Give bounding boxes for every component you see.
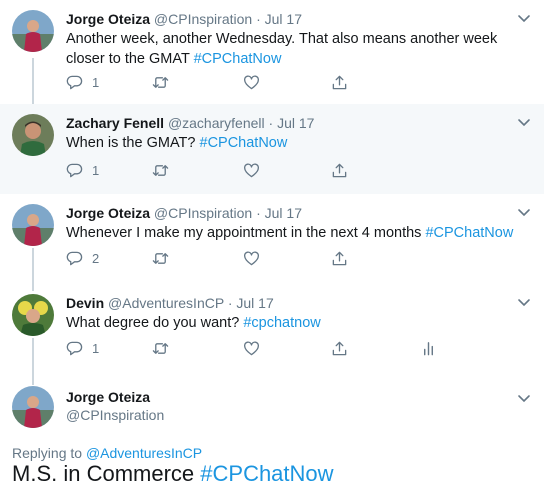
analytics-icon bbox=[420, 340, 437, 357]
hashtag-link[interactable]: #cpchatnow bbox=[243, 315, 320, 331]
hashtag-link[interactable]: #CPChatNow bbox=[425, 225, 513, 241]
display-name[interactable]: Jorge Oteiza bbox=[66, 389, 150, 405]
tweet-body: What degree do you want? bbox=[66, 315, 244, 331]
tweet[interactable]: Zachary Fenell @zacharyfenell · Jul 17 W… bbox=[0, 104, 544, 194]
tweet-date[interactable]: Jul 17 bbox=[265, 205, 302, 221]
retweet-icon bbox=[152, 162, 169, 179]
tweet-text: M.S. in Commerce #CPChatNow bbox=[12, 461, 334, 487]
tweet-date[interactable]: Jul 17 bbox=[236, 295, 273, 311]
share-button[interactable] bbox=[331, 248, 348, 268]
like-button[interactable] bbox=[243, 248, 260, 268]
tweet-header: Jorge Oteiza @CPInspiration · Jul 17 bbox=[66, 204, 302, 222]
reply-icon bbox=[66, 74, 83, 91]
tweet-body: Whenever I make my appointment in the ne… bbox=[66, 225, 426, 241]
display-name[interactable]: Jorge Oteiza bbox=[66, 205, 150, 221]
reply-count: 1 bbox=[92, 340, 100, 356]
tweet-actions: 1 bbox=[66, 160, 466, 180]
replying-to: Replying to @AdventuresInCP bbox=[12, 445, 202, 461]
tweet-actions: 1 bbox=[66, 72, 466, 92]
share-icon bbox=[331, 250, 348, 267]
replying-prefix: Replying to bbox=[12, 445, 86, 461]
chevron-down-icon[interactable] bbox=[516, 114, 532, 130]
reply-count: 1 bbox=[92, 74, 100, 90]
tweet[interactable]: Jorge Oteiza @CPInspiration · Jul 17 Whe… bbox=[0, 194, 544, 284]
reply-button[interactable]: 1 bbox=[66, 338, 99, 358]
avatar[interactable] bbox=[12, 204, 54, 246]
user-handle[interactable]: @CPInspiration bbox=[66, 407, 164, 423]
share-icon bbox=[331, 340, 348, 357]
like-icon bbox=[243, 250, 260, 267]
tweet-body: M.S. in Commerce bbox=[12, 461, 201, 486]
tweet-header: Zachary Fenell @zacharyfenell · Jul 17 bbox=[66, 114, 314, 132]
tweet-actions: 2 bbox=[66, 248, 466, 268]
chevron-down-icon[interactable] bbox=[516, 294, 532, 310]
user-handle[interactable]: @AdventuresInCP bbox=[108, 295, 224, 311]
tweet-text: What degree do you want? #cpchatnow bbox=[66, 313, 526, 333]
like-button[interactable] bbox=[243, 160, 260, 180]
chevron-down-icon[interactable] bbox=[516, 10, 532, 26]
tweet-date[interactable]: Jul 17 bbox=[277, 115, 314, 131]
tweet-header: Jorge Oteiza @CPInspiration · Jul 17 bbox=[66, 10, 302, 28]
retweet-button[interactable] bbox=[152, 338, 169, 358]
retweet-icon bbox=[152, 340, 169, 357]
separator-dot: · bbox=[268, 115, 274, 131]
tweet-text: When is the GMAT? #CPChatNow bbox=[66, 133, 526, 153]
separator-dot: · bbox=[256, 205, 261, 221]
tweet[interactable]: Jorge Oteiza @CPInspiration · Jul 17 Ano… bbox=[0, 0, 544, 104]
like-icon bbox=[243, 340, 260, 357]
tweet-header: Devin @AdventuresInCP · Jul 17 bbox=[66, 294, 274, 312]
tweet-date[interactable]: Jul 17 bbox=[265, 11, 302, 27]
share-button[interactable] bbox=[331, 338, 348, 358]
avatar[interactable] bbox=[12, 114, 54, 156]
avatar[interactable] bbox=[12, 294, 54, 336]
mention-link[interactable]: @AdventuresInCP bbox=[86, 445, 202, 461]
reply-button[interactable]: 1 bbox=[66, 72, 99, 92]
display-name[interactable]: Jorge Oteiza bbox=[66, 11, 150, 27]
hashtag-link[interactable]: #CPChatNow bbox=[200, 461, 333, 486]
separator-dot: · bbox=[227, 295, 233, 311]
retweet-button[interactable] bbox=[152, 72, 169, 92]
hashtag-link[interactable]: #CPChatNow bbox=[200, 135, 288, 151]
reply-icon bbox=[66, 340, 83, 357]
display-name[interactable]: Devin bbox=[66, 295, 104, 311]
share-button[interactable] bbox=[331, 72, 348, 92]
reply-button[interactable]: 2 bbox=[66, 248, 99, 268]
analytics-button[interactable] bbox=[420, 338, 437, 358]
tweet-text: Whenever I make my appointment in the ne… bbox=[66, 223, 526, 243]
like-button[interactable] bbox=[243, 72, 260, 92]
retweet-button[interactable] bbox=[152, 160, 169, 180]
tweet[interactable]: Devin @AdventuresInCP · Jul 17 What degr… bbox=[0, 284, 544, 374]
user-handle[interactable]: @zacharyfenell bbox=[168, 115, 265, 131]
avatar[interactable] bbox=[12, 386, 54, 428]
like-button[interactable] bbox=[243, 338, 260, 358]
reply-count: 1 bbox=[92, 162, 100, 178]
like-icon bbox=[243, 74, 260, 91]
reply-icon bbox=[66, 250, 83, 267]
user-handle[interactable]: @CPInspiration bbox=[154, 205, 252, 221]
retweet-icon bbox=[152, 250, 169, 267]
chevron-down-icon[interactable] bbox=[516, 204, 532, 220]
tweet-body: When is the GMAT? bbox=[66, 135, 200, 151]
tweet-body: Another week, another Wednesday. That al… bbox=[66, 31, 498, 67]
tweet-actions: 1 bbox=[66, 338, 466, 358]
conversation-thread: Jorge Oteiza @CPInspiration · Jul 17 Ano… bbox=[0, 0, 544, 490]
retweet-button[interactable] bbox=[152, 248, 169, 268]
display-name[interactable]: Zachary Fenell bbox=[66, 115, 164, 131]
user-handle[interactable]: @CPInspiration bbox=[154, 11, 252, 27]
retweet-icon bbox=[152, 74, 169, 91]
chevron-down-icon[interactable] bbox=[516, 390, 532, 406]
hashtag-link[interactable]: #CPChatNow bbox=[194, 51, 282, 67]
separator-dot: · bbox=[256, 11, 261, 27]
tweet-text: Another week, another Wednesday. That al… bbox=[66, 29, 526, 69]
reply-button[interactable]: 1 bbox=[66, 160, 99, 180]
avatar[interactable] bbox=[12, 10, 54, 52]
like-icon bbox=[243, 162, 260, 179]
share-icon bbox=[331, 74, 348, 91]
share-icon bbox=[331, 162, 348, 179]
reply-icon bbox=[66, 162, 83, 179]
reply-count: 2 bbox=[92, 250, 100, 266]
share-button[interactable] bbox=[331, 160, 348, 180]
